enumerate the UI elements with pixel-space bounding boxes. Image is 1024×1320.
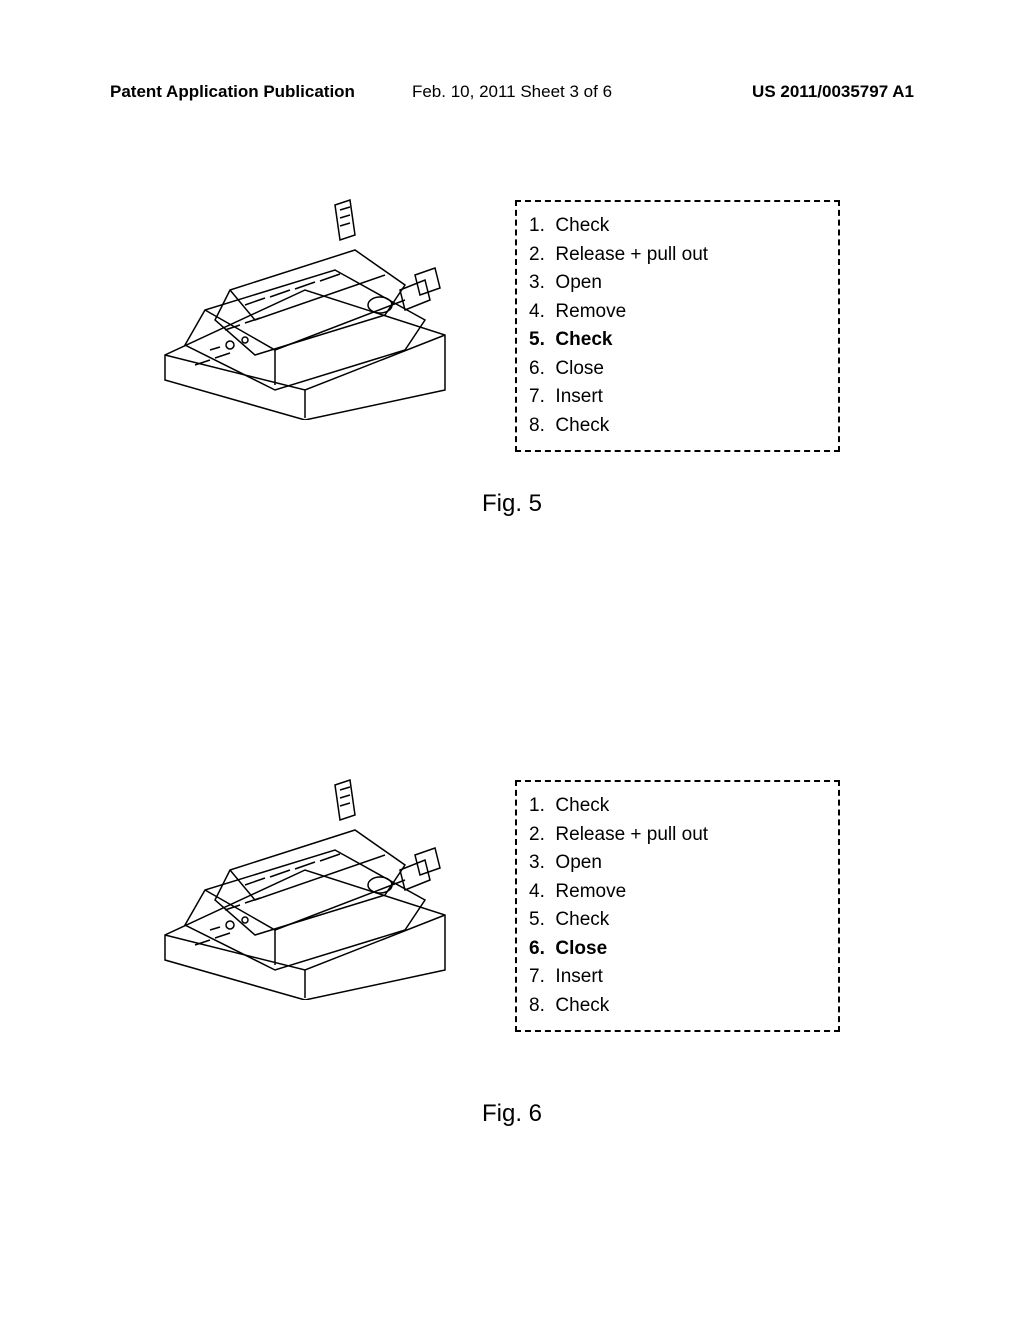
printer-mechanism-drawing-fig6 [155,770,455,1000]
step-item: 4. Remove [529,878,826,907]
step-item: 7. Insert [529,963,826,992]
step-item-current: 5. Check [529,326,826,355]
header-publication-label: Patent Application Publication [110,82,355,102]
step-item: 8. Check [529,992,826,1021]
step-item: 7. Insert [529,383,826,412]
step-item: 8. Check [529,412,826,441]
step-item: 5. Check [529,906,826,935]
step-item: 6. Close [529,355,826,384]
header-date-sheet: Feb. 10, 2011 Sheet 3 of 6 [412,82,612,102]
printer-mechanism-drawing-fig5 [155,190,455,420]
figure-5-caption: Fig. 5 [482,490,542,518]
step-item: 1. Check [529,792,826,821]
steps-list-fig6: 1. Check 2. Release + pull out 3. Open 4… [515,780,840,1032]
step-item: 2. Release + pull out [529,821,826,850]
steps-list-fig5: 1. Check 2. Release + pull out 3. Open 4… [515,200,840,452]
step-item: 1. Check [529,212,826,241]
step-item: 3. Open [529,269,826,298]
step-item: 3. Open [529,849,826,878]
step-item: 4. Remove [529,298,826,327]
page-header: Patent Application Publication Feb. 10, … [0,82,1024,102]
figure-6-caption: Fig. 6 [482,1100,542,1128]
header-patent-number: US 2011/0035797 A1 [752,82,914,102]
step-item: 2. Release + pull out [529,241,826,270]
step-item-current: 6. Close [529,935,826,964]
